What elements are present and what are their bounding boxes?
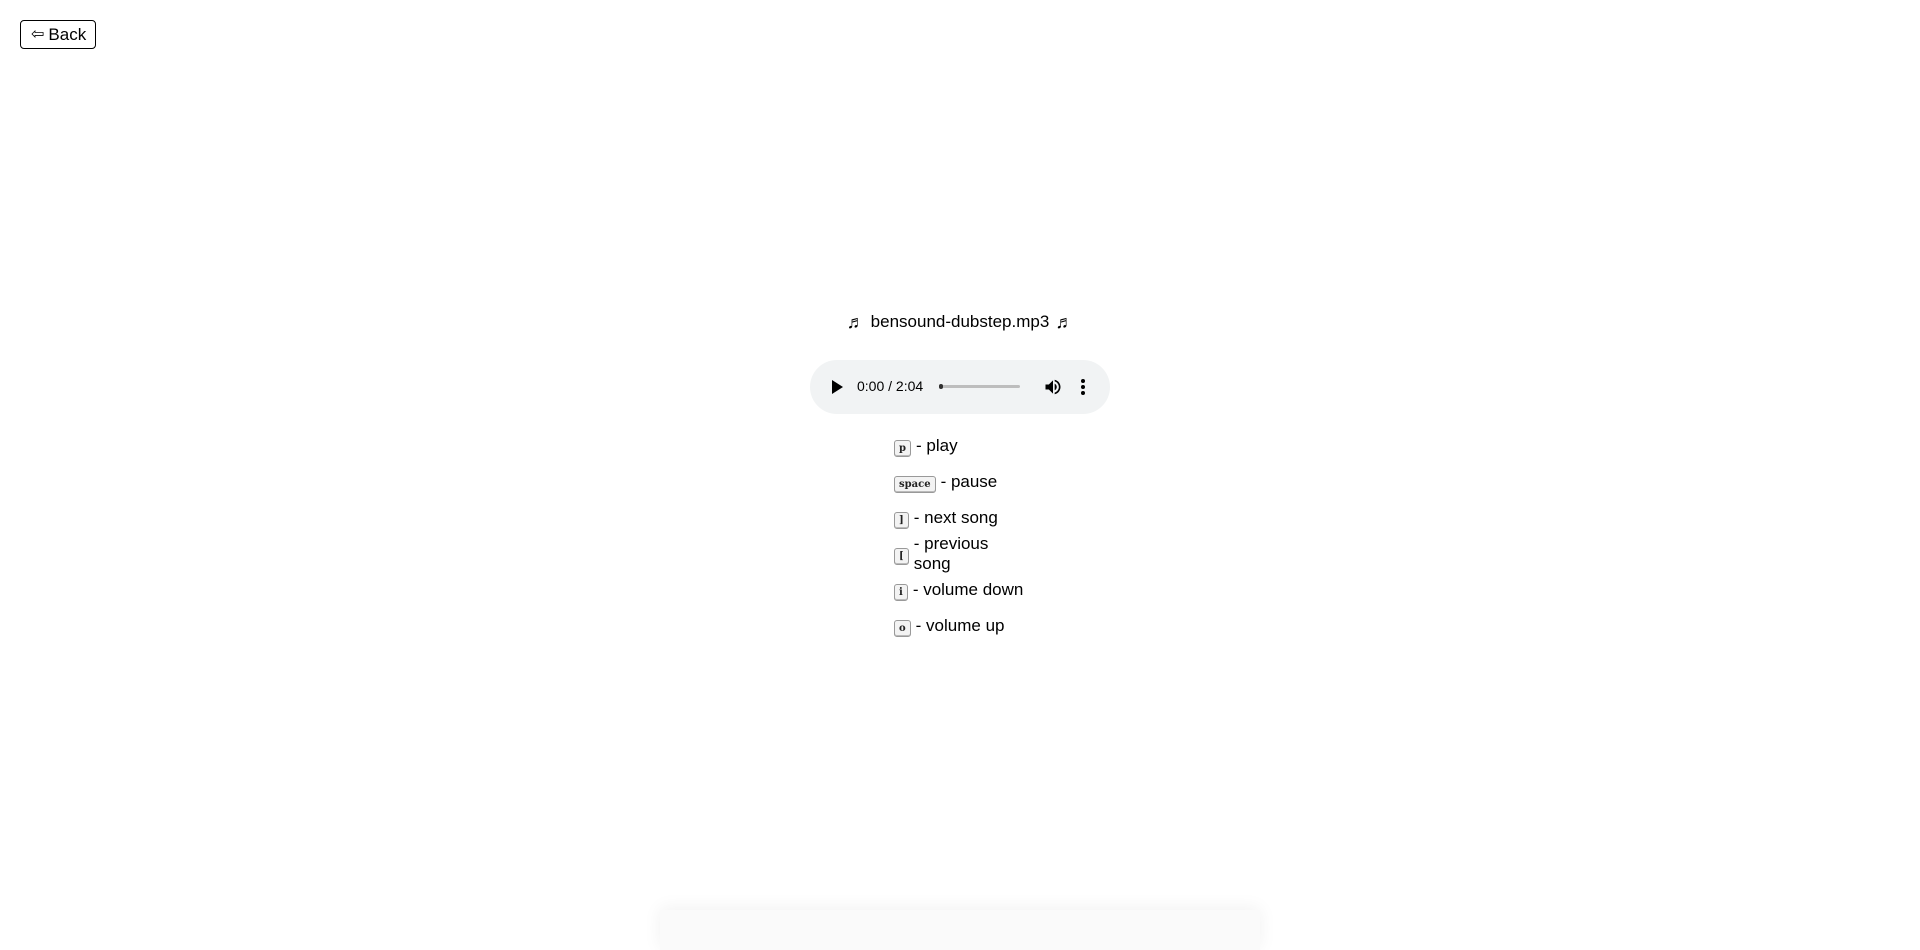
shortcut-action: - volume up bbox=[915, 616, 1005, 635]
shortcut-action: - next song bbox=[913, 508, 998, 527]
song-title: ♬ bensound-dubstep.mp3 ♬ bbox=[847, 310, 1074, 334]
play-icon[interactable] bbox=[832, 380, 843, 394]
shortcut-key: [ bbox=[894, 547, 909, 565]
shortcut-key: p bbox=[894, 439, 911, 457]
audio-player[interactable]: 0:00 / 2:04 bbox=[810, 360, 1110, 414]
shortcut-action: - pause bbox=[940, 472, 998, 491]
shortcut-key: space bbox=[894, 475, 936, 493]
more-options-icon[interactable] bbox=[1080, 377, 1086, 397]
shortcut-row: space - pause bbox=[894, 464, 1028, 500]
shortcut-action: - play bbox=[916, 436, 958, 455]
shortcut-row: ] - next song bbox=[894, 500, 1028, 536]
seek-handle[interactable] bbox=[939, 384, 943, 389]
shortcut-row: p - play bbox=[894, 428, 1028, 464]
keyboard-shortcuts-list: p - play space - pause ] - next song [ -… bbox=[894, 428, 1028, 644]
time-display: 0:00 / 2:04 bbox=[857, 378, 924, 394]
back-label: Back bbox=[48, 24, 87, 44]
shortcut-row: i - volume down bbox=[894, 572, 1028, 608]
arrow-left-icon: ⇦ bbox=[31, 25, 45, 43]
shortcut-row: [ - previous song bbox=[894, 534, 1028, 573]
shortcut-key: i bbox=[894, 583, 908, 601]
music-note-icon: ♬ bbox=[846, 312, 865, 332]
shortcut-action: - previous song bbox=[913, 534, 989, 573]
shortcut-key: o bbox=[894, 619, 911, 637]
seek-slider[interactable] bbox=[939, 384, 1020, 389]
music-note-icon: ♬ bbox=[1055, 312, 1074, 332]
player-section: ♬ bensound-dubstep.mp3 ♬ 0:00 / 2:04 p -… bbox=[0, 310, 1920, 644]
shortcut-row: o - volume up bbox=[894, 608, 1028, 644]
song-filename: bensound-dubstep.mp3 bbox=[870, 312, 1050, 331]
shortcut-action: - volume down bbox=[912, 580, 1024, 599]
volume-icon[interactable] bbox=[1043, 377, 1063, 397]
bottom-shadow-bar bbox=[660, 910, 1260, 950]
shortcut-key: ] bbox=[894, 511, 909, 529]
back-button[interactable]: ⇦ Back bbox=[20, 20, 97, 49]
